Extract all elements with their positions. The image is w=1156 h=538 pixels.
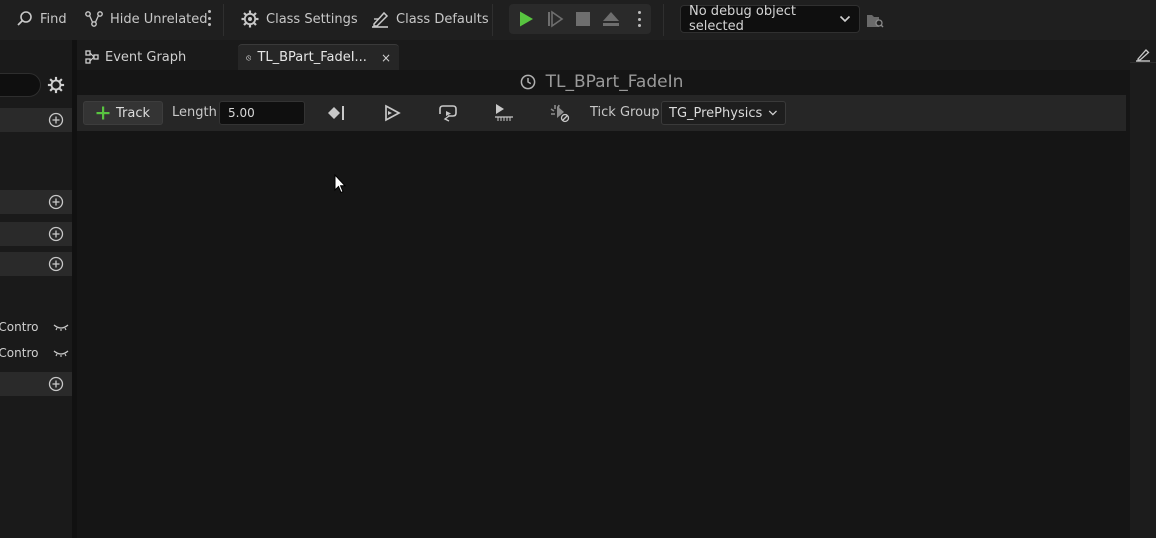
ignore-time-dilation-icon [550,104,570,123]
eye-closed-icon[interactable] [53,349,69,357]
ignore-time-dilation-toggle[interactable] [548,102,572,124]
debug-object-value: No debug object selected [689,4,796,34]
toolbar-separator [492,4,493,36]
close-icon[interactable]: × [381,51,391,65]
panel-section-functions[interactable] [0,190,72,214]
browse-debug-button[interactable] [866,10,884,32]
panel-settings-button[interactable] [47,76,65,98]
my-blueprint-panel: c Contro c Contro [0,40,72,538]
hide-unrelated-label: Hide Unrelated [110,11,208,27]
play-button[interactable] [512,4,540,34]
class-defaults-label: Class Defaults [396,11,489,27]
tab-event-graph[interactable]: Event Graph [77,44,194,70]
panel-section-variables[interactable] [0,252,72,276]
tick-group-dropdown[interactable]: TG_PrePhysics [661,101,786,125]
main-toolbar: Find Hide Unrelated Class Settings Class… [0,0,1156,40]
clock-icon [246,54,252,61]
tab-label: TL_BPart_FadeI... [257,50,367,65]
tab-label: Event Graph [105,49,187,65]
tick-group-label: Tick Group [590,105,660,120]
toolbar-separator [223,4,224,36]
add-circle-icon[interactable] [48,226,64,242]
eject-button[interactable] [597,4,625,34]
use-last-keyframe-toggle[interactable] [324,102,348,124]
autoplay-toggle[interactable] [380,102,404,124]
replicated-toggle[interactable] [492,102,516,124]
replicated-icon [495,104,513,121]
add-circle-icon[interactable] [48,112,64,128]
eject-icon [603,12,619,26]
pencil-icon[interactable] [1135,48,1151,62]
variable-label: c Contro [0,346,39,360]
panel-search-input[interactable] [0,73,41,97]
play-icon [520,11,533,27]
timeline-title-text: TL_BPart_FadeIn [545,72,684,92]
stop-button[interactable] [569,4,597,34]
tick-group-value: TG_PrePhysics [669,105,763,121]
panel-section-graphs[interactable] [0,108,72,132]
loop-icon [439,105,457,122]
chevron-down-icon [769,110,778,116]
find-button[interactable]: Find [16,8,67,30]
add-circle-icon[interactable] [48,256,64,272]
add-circle-icon[interactable] [48,194,64,210]
step-button[interactable] [541,4,569,34]
play-options-icon[interactable] [636,11,642,27]
debug-object-dropdown[interactable]: No debug object selected [680,4,860,34]
variable-label: c Contro [0,320,39,334]
track-label: Track [115,105,151,121]
class-defaults-button[interactable]: Class Defaults [370,8,489,30]
graph-icon [85,50,99,64]
details-panel-collapsed [1130,40,1156,538]
panel-section-macros[interactable] [0,222,72,246]
plus-icon [96,106,110,120]
variable-item[interactable]: c Contro [0,318,72,338]
last-keyframe-icon [328,106,344,120]
add-track-button[interactable]: Track [83,101,163,125]
class-settings-button[interactable]: Class Settings [240,8,358,30]
panel-separator [1130,62,1156,63]
panel-section-dispatchers[interactable] [0,372,72,396]
timeline-track-area[interactable] [77,131,1126,538]
clock-icon [520,74,535,90]
stop-icon [576,12,590,26]
timeline-toolbar: Track Length 5.00 Tick Group TG_PrePhysi… [77,95,1126,131]
play-controls [509,4,651,34]
step-icon [548,10,564,28]
gear-icon [47,76,65,94]
chevron-down-icon [839,15,851,23]
autoplay-icon [385,104,401,122]
folder-search-icon [867,15,884,28]
timeline-title: TL_BPart_FadeIn [77,70,1126,94]
class-defaults-icon [372,11,389,28]
add-circle-icon[interactable] [48,376,64,392]
variable-item[interactable]: c Contro [0,344,72,364]
loop-toggle[interactable] [436,102,460,124]
hide-unrelated-options-icon[interactable] [206,10,212,26]
length-input[interactable] [219,101,305,125]
mouse-cursor-icon [334,174,346,194]
hide-unrelated-button[interactable]: Hide Unrelated [84,8,208,30]
tab-timeline[interactable]: TL_BPart_FadeI... × [238,44,399,70]
hide-unrelated-icon [85,11,103,27]
class-settings-label: Class Settings [266,11,358,27]
length-label: Length [172,105,217,120]
find-label: Find [40,11,67,27]
gear-icon [241,10,259,28]
search-icon [17,11,32,26]
toolbar-separator [663,4,664,36]
document-tabs: Event Graph TL_BPart_FadeI... × [77,40,1130,70]
eye-closed-icon[interactable] [53,323,69,331]
